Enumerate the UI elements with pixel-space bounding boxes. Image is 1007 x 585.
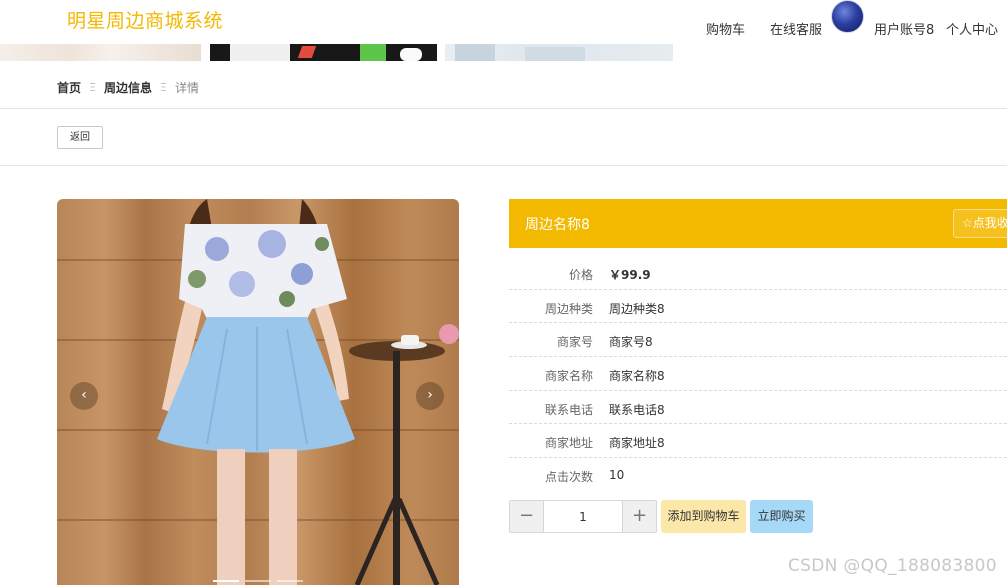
info-value-phone: 联系电话8	[609, 402, 665, 417]
watermark-text: CSDN @QQ_188083800	[788, 556, 997, 576]
info-value-price: ￥99.9	[609, 268, 651, 282]
divider	[0, 165, 1007, 166]
info-row-phone: 联系电话 联系电话8	[509, 391, 1007, 425]
info-row-merchant-id: 商家号 商家号8	[509, 323, 1007, 358]
carousel-indicators	[213, 580, 303, 582]
carousel-dot[interactable]	[245, 580, 271, 582]
carousel-next-button[interactable]: ›	[416, 382, 444, 410]
carousel-prev-button[interactable]: ‹	[70, 382, 98, 410]
info-label: 商家号	[556, 335, 593, 350]
product-title-bar: 周边名称8 ☆点我收	[509, 199, 1007, 248]
quantity-decrease-button[interactable]: −	[510, 501, 543, 532]
quantity-input[interactable]	[543, 501, 623, 532]
info-value-merchant-name: 商家名称8	[609, 369, 665, 384]
breadcrumb-separator: Ξ	[159, 81, 167, 94]
carousel-dot[interactable]	[277, 580, 303, 582]
info-value-address: 商家地址8	[609, 436, 665, 451]
info-value-clicks: 10	[609, 468, 625, 483]
banner-image-3[interactable]	[445, 44, 673, 61]
breadcrumb: 首页 Ξ 周边信息 Ξ 详情	[57, 79, 199, 96]
buy-now-button[interactable]: 立即购买	[750, 500, 813, 533]
back-button[interactable]: 返回	[57, 126, 103, 149]
info-label: 周边种类	[544, 301, 593, 316]
info-row-price: 价格 ￥99.9	[509, 256, 1007, 290]
breadcrumb-current: 详情	[174, 81, 199, 95]
info-label: 联系电话	[544, 402, 593, 417]
banner-image-2[interactable]	[210, 44, 437, 61]
banner-image-1[interactable]	[0, 44, 201, 61]
info-label: 点击次数	[544, 470, 593, 485]
nav-personal-center-link[interactable]: 个人中心	[946, 19, 998, 38]
product-photo	[157, 199, 459, 585]
breadcrumb-home[interactable]: 首页	[57, 79, 81, 96]
nav-user-account[interactable]: 用户账号8	[874, 19, 934, 38]
info-row-clicks: 点击次数 10	[509, 458, 1007, 492]
breadcrumb-section[interactable]: 周边信息	[104, 79, 152, 96]
info-value-category: 周边种类8	[609, 301, 665, 316]
add-to-cart-button[interactable]: 添加到购物车	[661, 500, 746, 533]
info-value-merchant-id: 商家号8	[609, 335, 653, 350]
quantity-increase-button[interactable]: +	[623, 501, 656, 532]
site-logo[interactable]: 明星周边商城系统	[67, 6, 223, 33]
user-avatar[interactable]	[831, 0, 864, 33]
product-info-table: 价格 ￥99.9 周边种类 周边种类8 商家号 商家号8 商家名称 商家名称8 …	[509, 256, 1007, 492]
quantity-stepper: − +	[509, 500, 657, 533]
product-title: 周边名称8	[525, 217, 590, 233]
info-row-merchant-name: 商家名称 商家名称8	[509, 357, 1007, 391]
info-label: 商家地址	[544, 436, 593, 451]
info-label: 价格	[568, 268, 593, 282]
info-row-category: 周边种类 周边种类8	[509, 290, 1007, 324]
product-image-carousel[interactable]: ‹ ›	[57, 199, 459, 585]
breadcrumb-separator: Ξ	[89, 81, 96, 94]
info-label: 商家名称	[544, 369, 593, 384]
favorite-button[interactable]: ☆点我收	[953, 209, 1007, 238]
nav-cart-link[interactable]: 购物车	[706, 19, 745, 38]
info-row-address: 商家地址 商家地址8	[509, 424, 1007, 459]
carousel-dot[interactable]	[213, 580, 239, 582]
divider	[0, 108, 1007, 109]
nav-online-service-link[interactable]: 在线客服	[770, 19, 822, 38]
top-header: 明星周边商城系统 购物车 在线客服 用户账号8 个人中心	[0, 0, 1007, 44]
